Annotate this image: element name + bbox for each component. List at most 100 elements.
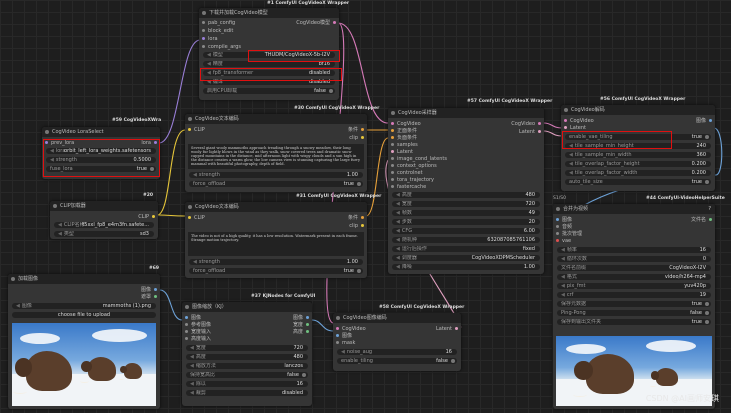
loader-output-model[interactable]: CogVideo模型 [296,20,336,26]
text-neg-header[interactable]: CogVideo文本编码 [185,202,367,212]
combine-pixfmt-select[interactable]: ◀ pix_fmt yuv420p [557,283,711,289]
resize-divisible-input[interactable]: ◀ 除以 16 [186,381,308,387]
collapse-dot-icon[interactable] [188,117,192,121]
text-neg-strength-input[interactable]: ◀ strength 1.00 [189,259,363,265]
clip-loader-output[interactable]: CLIP [138,214,155,220]
resize-node[interactable]: 图像缩放（KJ） 图像 参考图像 宽度输入 高度输入 图像 宽度 高度 ◀ 宽度 7… [182,302,312,406]
text-pos-node[interactable]: CogVideo文本编码 CLIP 条件 clip Several giant … [185,114,367,192]
decode-auto-tile-toggle[interactable]: auto_tile_size true [565,179,711,185]
combine-output-filenames[interactable]: 文件名 [691,217,712,223]
sampler-input-negative[interactable]: 负面条件 [391,135,417,141]
clip-loader-header[interactable]: CLIP加载器 [50,201,158,211]
resize-keep-ratio-toggle[interactable]: 保持宽高比 false [186,372,308,378]
sampler-input-model[interactable]: CogVideo [391,121,421,127]
resize-header[interactable]: 图像缩放（KJ） [182,302,312,312]
loader-input-block[interactable]: block_edit [202,28,233,34]
sampler-input-latent[interactable]: Latent [391,149,413,155]
img-encode-input-mask[interactable]: mask [336,340,355,346]
sampler-height-input[interactable]: ◀ 高度 480 [392,192,540,198]
loader-header[interactable]: 下载并加载CogVideo模型 [199,8,339,18]
load-image-header[interactable]: 加载图像 [8,274,160,284]
decode-overlap-width-input[interactable]: ◀ tile_overlap_factor_width 0.200 [565,170,711,176]
img-encode-header[interactable]: CogVideo图像编码 [333,313,461,323]
text-neg-node[interactable]: CogVideo文本编码 CLIP 条件 clip The video is n… [185,202,367,278]
img-encode-input-image[interactable]: 图像 [336,333,352,339]
sampler-steps-input[interactable]: ◀ 步数 20 [392,219,540,225]
collapse-dot-icon[interactable] [391,111,395,115]
resize-input-image[interactable]: 图像 [185,315,201,321]
text-pos-header[interactable]: CogVideo文本编码 [185,114,367,124]
combine-crf-input[interactable]: ◀ crf 19 [557,292,711,298]
positive-prompt-textarea[interactable]: Several giant wooly mammoths approach tr… [188,144,364,169]
collapse-dot-icon[interactable] [185,305,189,309]
img-encode-output-latent[interactable]: Latent [436,326,458,332]
combine-framerate-input[interactable]: ◀ 帧率 16 [557,247,711,253]
choose-file-upload-button[interactable]: choose file to upload [12,312,156,318]
sampler-input-context[interactable]: context_options [391,163,437,169]
decode-min-width-input[interactable]: ◀ tile_sample_min_width 360 [565,152,711,158]
load-image-file-select[interactable]: ◀ 图像 mammoths (1).png [12,303,156,309]
resize-output-height[interactable]: 高度 [293,329,309,335]
collapse-dot-icon[interactable] [11,277,15,281]
combine-header[interactable]: 合并为视频? [553,204,715,214]
load-image-output-image[interactable]: 图像 [141,287,157,293]
collapse-dot-icon[interactable] [336,316,340,320]
text-neg-output-clip[interactable]: clip [349,223,364,229]
sampler-scheduler-select[interactable]: ◀ 调度器 CogVideoXDPMScheduler [392,255,540,261]
text-neg-output-cond[interactable]: 条件 [348,215,364,221]
lora-header[interactable]: CogVideo LoraSelect [42,127,160,137]
combine-prefix-input[interactable]: 文件名前缀 CogVideoX-I2V [557,265,711,271]
resize-input-height[interactable]: 高度输入 [185,336,211,342]
text-neg-offload-toggle[interactable]: force_offload true [189,268,363,274]
text-neg-input-clip[interactable]: CLIP [188,215,205,221]
sampler-header[interactable]: CogVideo采样器 [388,108,544,118]
img-encode-tiling-toggle[interactable]: enable_tiling false [337,358,457,364]
combine-input-audio[interactable]: 音频 [556,224,572,230]
resize-width-input[interactable]: ◀ 宽度 720 [186,345,308,351]
sampler-frames-input[interactable]: ◀ 帧数 49 [392,210,540,216]
combine-save-output-toggle[interactable]: 保存到输出文件夹 true [557,319,711,325]
collapse-dot-icon[interactable] [53,204,57,208]
load-image-node[interactable]: 加载图像 图像 遮罩 ◀ 图像 mammoths (1).png choose fi… [8,274,160,409]
loader-input-pab[interactable]: pab_config [202,20,235,26]
sampler-output-latent[interactable]: Latent [519,129,541,135]
collapse-dot-icon[interactable] [188,205,192,209]
combine-loop-input[interactable]: ◀ 循环次数 0 [557,256,711,262]
negative-prompt-textarea[interactable]: The video is not of a high quality, it h… [188,232,364,256]
img-encode-input-model[interactable]: CogVideo [336,326,366,332]
load-image-output-mask[interactable]: 遮罩 [141,294,157,300]
text-pos-output-clip[interactable]: clip [349,135,364,141]
img-encode-noise-aug-input[interactable]: ◀ noise_aug 16 [337,349,457,355]
decode-output-image[interactable]: 图像 [696,118,712,124]
combine-input-images[interactable]: 图像 [556,217,572,223]
help-icon[interactable]: ? [708,204,711,214]
clip-name-select[interactable]: ◀ CLIP名称 t5xxl_fp8_e4m3fn.safete... [54,222,154,228]
resize-crop-select[interactable]: ◀ 裁剪 disabled [186,390,308,396]
sampler-width-input[interactable]: ◀ 宽度 720 [392,201,540,207]
loader-cpu-offload-toggle[interactable]: 启用CPU卸载 false [203,88,335,94]
resize-method-select[interactable]: ◀ 缩放方法 lanczos [186,363,308,369]
clip-type-select[interactable]: ◀ 类型 sd3 [54,231,154,237]
sampler-after-run-select[interactable]: ◀ 运行后操作 fixed [392,246,540,252]
text-pos-strength-input[interactable]: ◀ strength 1.00 [189,172,363,178]
sampler-output-model[interactable]: CogVideo [511,121,541,127]
text-pos-input-clip[interactable]: CLIP [188,127,205,133]
collapse-dot-icon[interactable] [45,130,49,134]
combine-input-vae[interactable]: vae [556,238,571,244]
resize-input-width[interactable]: 宽度输入 [185,329,211,335]
sampler-node[interactable]: CogVideo采样器 CogVideo 正面条件 负面条件 samples L… [388,108,544,274]
sampler-seed-input[interactable]: ◀ 随机种 632087085761106 [392,237,540,243]
img-encode-node[interactable]: CogVideo图像编码 CogVideo 图像 mask Latent ◀ no… [333,313,461,371]
sampler-input-samples[interactable]: samples [391,142,418,148]
combine-pingpong-toggle[interactable]: Ping-Pong false [557,310,711,316]
sampler-input-fastercache[interactable]: fastercache [391,184,426,190]
collapse-dot-icon[interactable] [564,108,568,112]
resize-output-width[interactable]: 宽度 [293,322,309,328]
loader-input-compile[interactable]: compile_args [202,44,241,50]
sampler-input-image-cond[interactable]: image_cond_latents [391,156,447,162]
combine-input-batch[interactable]: 批次管理 [556,231,582,237]
text-pos-offload-toggle[interactable]: force_offload true [189,181,363,187]
sampler-input-tora[interactable]: tora_trajectory [391,177,434,183]
sampler-denoise-input[interactable]: ◀ 降噪 1.00 [392,264,540,270]
decode-overlap-height-input[interactable]: ◀ tile_overlap_factor_height 0.200 [565,161,711,167]
